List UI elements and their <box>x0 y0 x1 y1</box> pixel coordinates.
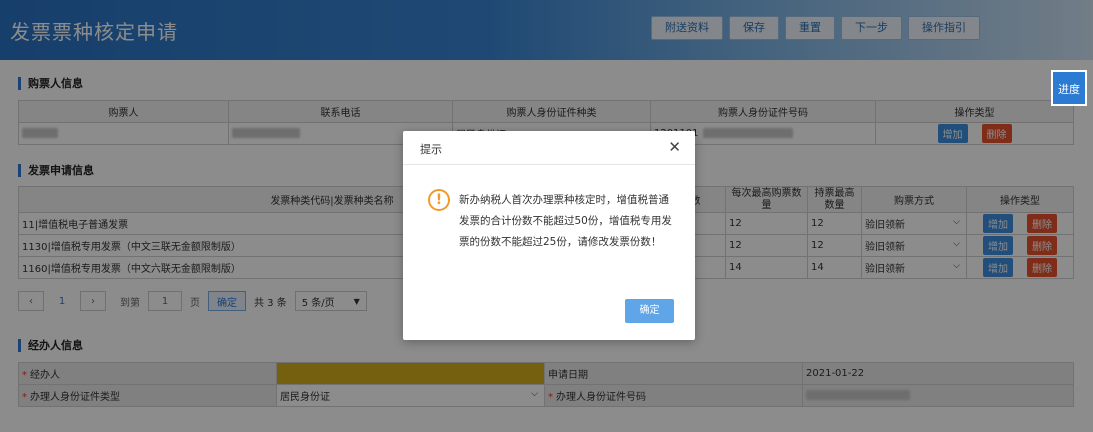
dialog-ok-button[interactable]: 确定 <box>625 299 674 323</box>
warning-icon: ! <box>428 189 450 211</box>
dialog-message: 新办纳税人首次办理票种核定时，增值税普通发票的合计份数不能超过50份，增值税专用… <box>459 194 672 248</box>
close-icon[interactable]: ✕ <box>668 139 681 155</box>
dialog-title: 提示 <box>420 143 442 156</box>
dialog-header: 提示 ✕ <box>403 131 695 165</box>
alert-dialog: 提示 ✕ ! 新办纳税人首次办理票种核定时，增值税普通发票的合计份数不能超过50… <box>403 131 695 340</box>
progress-button[interactable]: 进度 <box>1051 70 1087 106</box>
